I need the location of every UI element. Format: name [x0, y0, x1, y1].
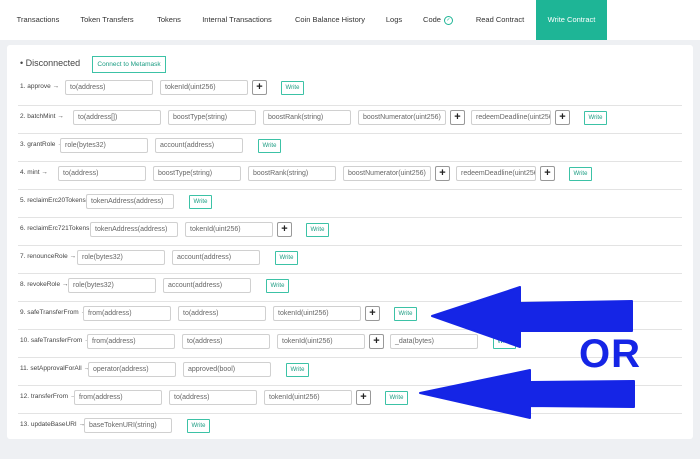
tab-write-contract[interactable]: Write Contract — [536, 0, 607, 40]
param-input[interactable]: _data(bytes) — [390, 334, 478, 349]
param-input[interactable]: tokenId(uint256) — [160, 80, 248, 95]
write-button[interactable]: Write — [281, 81, 304, 95]
tab-token-transfers[interactable]: Token Transfers — [72, 0, 142, 40]
param-input[interactable]: to(address[]) — [73, 110, 161, 125]
param-input[interactable]: tokenAddress(address) — [90, 222, 178, 237]
tab-code[interactable]: Code ✓ — [416, 0, 460, 40]
tab-bar: Transactions Token Transfers Tokens Inte… — [0, 0, 700, 40]
connect-metamask-button[interactable]: Connect to Metamask — [92, 56, 166, 73]
tab-transactions[interactable]: Transactions — [7, 0, 69, 40]
param-input[interactable]: role(bytes32) — [68, 278, 156, 293]
tab-logs[interactable]: Logs — [378, 0, 410, 40]
verified-check-icon: ✓ — [443, 15, 453, 25]
add-param-button[interactable]: + — [450, 110, 465, 125]
tab-internal-transactions[interactable]: Internal Transactions — [196, 0, 278, 40]
tab-coin-balance-history[interactable]: Coin Balance History — [285, 0, 375, 40]
status-text: Disconnected — [25, 58, 81, 68]
function-label: 5. reclaimErc20Tokens → — [20, 197, 95, 204]
tab-read-contract[interactable]: Read Contract — [466, 0, 534, 40]
write-button[interactable]: Write — [584, 111, 607, 125]
function-label: 13. updateBaseURI → — [20, 421, 86, 428]
add-param-button[interactable]: + — [435, 166, 450, 181]
param-input[interactable]: to(address) — [65, 80, 153, 95]
param-input[interactable]: tokenId(uint256) — [264, 390, 352, 405]
param-input[interactable]: boostRank(string) — [263, 110, 351, 125]
row-divider — [18, 245, 682, 246]
param-input[interactable]: to(address) — [178, 306, 266, 321]
param-input[interactable]: approved(bool) — [183, 362, 271, 377]
function-label: 2. batchMint → — [20, 113, 64, 120]
add-param-button[interactable]: + — [369, 334, 384, 349]
param-input[interactable]: boostNumerator(uint256) — [358, 110, 446, 125]
param-input[interactable]: account(address) — [163, 278, 251, 293]
add-param-button[interactable]: + — [252, 80, 267, 95]
add-param-button[interactable]: + — [356, 390, 371, 405]
param-input[interactable]: boostType(string) — [153, 166, 241, 181]
write-button[interactable]: Write — [385, 391, 408, 405]
add-param-button[interactable]: + — [277, 222, 292, 237]
param-input[interactable]: tokenId(uint256) — [273, 306, 361, 321]
write-button[interactable]: Write — [266, 279, 289, 293]
param-input[interactable]: boostRank(string) — [248, 166, 336, 181]
param-input[interactable]: redeemDeadline(uint256) — [456, 166, 536, 181]
row-divider — [18, 161, 682, 162]
param-input[interactable]: from(address) — [87, 334, 175, 349]
param-input[interactable]: role(bytes32) — [77, 250, 165, 265]
param-input[interactable]: from(address) — [74, 390, 162, 405]
write-button[interactable]: Write — [286, 363, 309, 377]
function-label: 9. safeTransferFrom → — [20, 309, 87, 316]
param-input[interactable]: role(bytes32) — [60, 138, 148, 153]
write-button[interactable]: Write — [187, 419, 210, 433]
write-button[interactable]: Write — [394, 307, 417, 321]
tab-code-label: Code — [423, 15, 441, 24]
param-input[interactable]: tokenId(uint256) — [277, 334, 365, 349]
param-input[interactable]: to(address) — [169, 390, 257, 405]
write-button[interactable]: Write — [306, 223, 329, 237]
connection-status: • Disconnected — [20, 58, 81, 68]
row-divider — [18, 413, 682, 414]
add-param-button[interactable]: + — [365, 306, 380, 321]
function-label: 6. reclaimErc721Tokens → — [20, 225, 98, 232]
param-input[interactable]: to(address) — [182, 334, 270, 349]
row-divider — [18, 385, 682, 386]
write-button[interactable]: Write — [493, 335, 516, 349]
param-input[interactable]: tokenId(uint256) — [185, 222, 273, 237]
write-button[interactable]: Write — [275, 251, 298, 265]
function-label: 11. setApprovalForAll → — [20, 365, 90, 372]
tab-tokens[interactable]: Tokens — [145, 0, 193, 40]
param-input[interactable]: from(address) — [83, 306, 171, 321]
row-divider — [18, 133, 682, 134]
row-divider — [18, 105, 682, 106]
write-button[interactable]: Write — [189, 195, 212, 209]
param-input[interactable]: tokenAddress(address) — [86, 194, 174, 209]
function-label: 3. grantRole → — [20, 141, 64, 148]
param-input[interactable]: operator(address) — [88, 362, 176, 377]
or-annotation: OR — [579, 332, 641, 376]
param-input[interactable]: boostNumerator(uint256) — [343, 166, 431, 181]
row-divider — [18, 273, 682, 274]
param-input[interactable]: to(address) — [58, 166, 146, 181]
add-param-button[interactable]: + — [540, 166, 555, 181]
row-divider — [18, 301, 682, 302]
function-label: 8. revokeRole → — [20, 281, 69, 288]
function-label: 7. renounceRole → — [20, 253, 77, 260]
row-divider — [18, 189, 682, 190]
param-input[interactable]: redeemDeadline(uint256) — [471, 110, 551, 125]
param-input[interactable]: baseTokenURI(string) — [84, 418, 172, 433]
function-label: 4. mint → — [20, 169, 48, 176]
param-input[interactable]: account(address) — [172, 250, 260, 265]
param-input[interactable]: account(address) — [155, 138, 243, 153]
row-divider — [18, 217, 682, 218]
add-param-button[interactable]: + — [555, 110, 570, 125]
function-label: 10. safeTransferFrom → — [20, 337, 91, 344]
row-divider — [18, 329, 682, 330]
write-button[interactable]: Write — [569, 167, 592, 181]
param-input[interactable]: boostType(string) — [168, 110, 256, 125]
function-label: 1. approve → — [20, 83, 60, 90]
function-label: 12. transferFrom → — [20, 393, 77, 400]
write-button[interactable]: Write — [258, 139, 281, 153]
